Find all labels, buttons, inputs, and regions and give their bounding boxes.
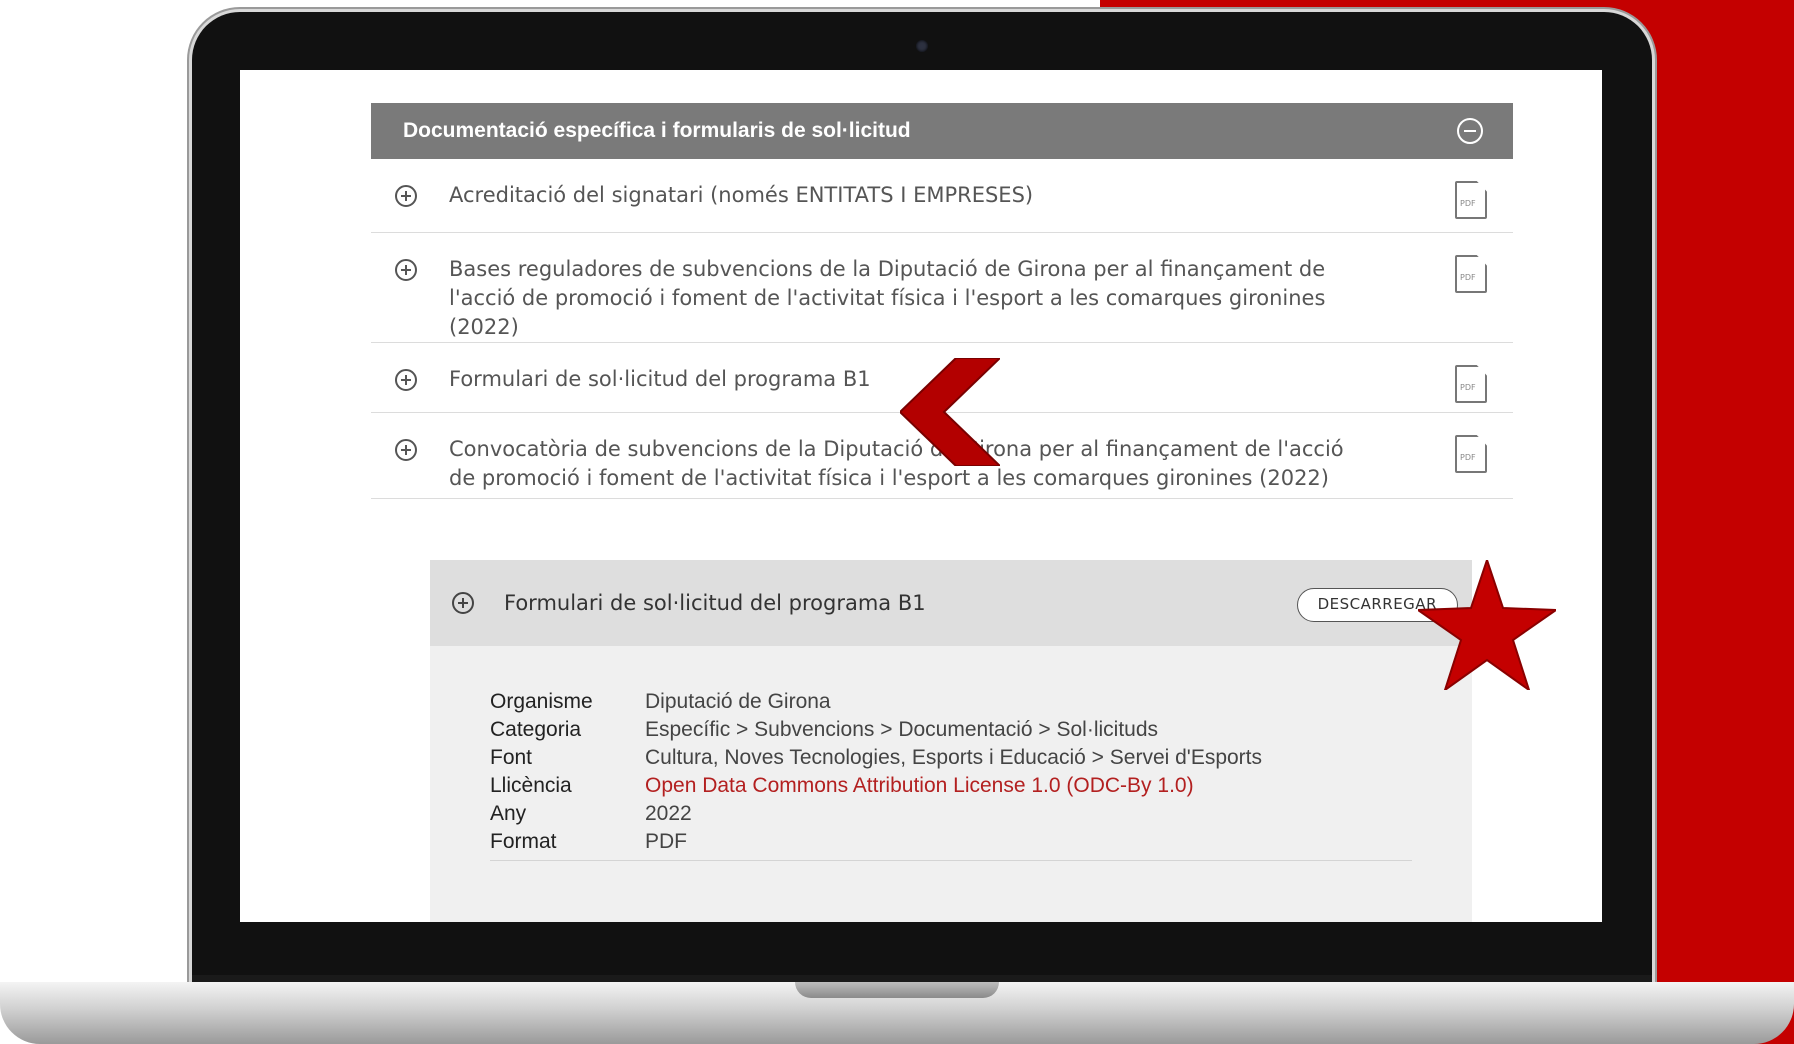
document-row[interactable]: Bases reguladores de subvencions de la D… [371, 233, 1513, 343]
dataset-card: Formulari de sol·licitud del programa B1… [430, 560, 1472, 922]
divider [490, 860, 1412, 861]
metadata-label: Any [490, 802, 527, 825]
metadata-value: 2022 [645, 802, 692, 825]
metadata-row: Format PDF [490, 830, 1262, 858]
metadata-value: Específic > Subvencions > Documentació >… [645, 718, 1159, 741]
dataset-metadata: Organisme Diputació de Girona Categoria … [490, 690, 1262, 858]
accordion-header[interactable]: Documentació específica i formularis de … [371, 103, 1513, 159]
metadata-label: Llicència [490, 774, 572, 797]
license-link[interactable]: Open Data Commons Attribution License 1.… [645, 774, 1194, 802]
minus-circle-icon[interactable] [1457, 118, 1483, 144]
metadata-row: Categoria Específic > Subvencions > Docu… [490, 718, 1262, 746]
metadata-label: Categoria [490, 718, 582, 741]
plus-circle-icon[interactable] [452, 592, 474, 614]
metadata-value: Diputació de Girona [645, 690, 831, 713]
metadata-row: Font Cultura, Noves Tecnologies, Esports… [490, 746, 1262, 774]
plus-circle-icon[interactable] [395, 369, 417, 391]
metadata-row: Llicència Open Data Commons Attribution … [490, 774, 1262, 802]
document-label[interactable]: Acreditació del signatari (només ENTITAT… [449, 181, 1359, 210]
pdf-file-icon[interactable] [1455, 435, 1487, 473]
plus-circle-icon[interactable] [395, 185, 417, 207]
plus-circle-icon[interactable] [395, 439, 417, 461]
dataset-title: Formulari de sol·licitud del programa B1 [504, 591, 926, 615]
metadata-row: Organisme Diputació de Girona [490, 690, 1262, 718]
red-chevron-icon [900, 358, 1000, 466]
pdf-file-icon[interactable] [1455, 181, 1487, 219]
plus-circle-icon[interactable] [395, 259, 417, 281]
metadata-value: Cultura, Noves Tecnologies, Esports i Ed… [645, 746, 1263, 769]
laptop-screen: Documentació específica i formularis de … [240, 70, 1602, 922]
camera-icon [916, 40, 928, 52]
metadata-label: Font [490, 746, 533, 769]
document-row[interactable]: Acreditació del signatari (només ENTITAT… [371, 159, 1513, 233]
pdf-file-icon[interactable] [1455, 255, 1487, 293]
pdf-file-icon[interactable] [1455, 365, 1487, 403]
metadata-row: Any 2022 [490, 802, 1262, 830]
document-label[interactable]: Bases reguladores de subvencions de la D… [449, 255, 1359, 342]
metadata-value: PDF [645, 830, 687, 853]
laptop-notch [795, 982, 999, 998]
accordion-title: Documentació específica i formularis de … [403, 119, 911, 142]
metadata-label: Organisme [490, 690, 593, 713]
metadata-label: Format [490, 830, 557, 853]
red-star-icon [1418, 560, 1556, 690]
dataset-header[interactable]: Formulari de sol·licitud del programa B1… [430, 560, 1472, 646]
